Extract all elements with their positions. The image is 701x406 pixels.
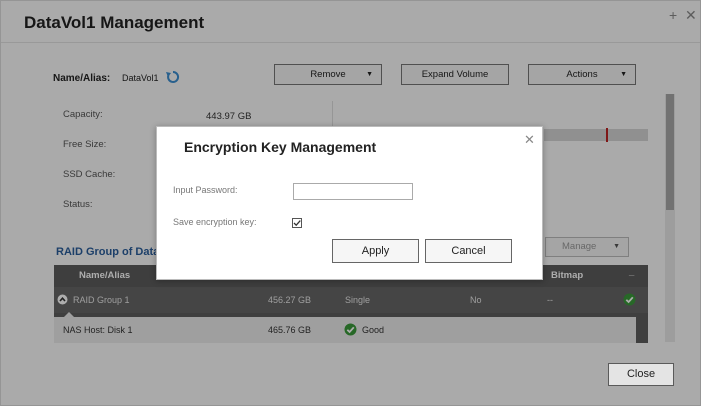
dialog-title: Encryption Key Management — [184, 139, 377, 155]
save-key-label: Save encryption key: — [173, 217, 257, 227]
dialog-close-icon[interactable]: ✕ — [524, 132, 535, 148]
encryption-key-dialog: Encryption Key Management ✕ Input Passwo… — [156, 126, 543, 280]
close-button[interactable]: Close — [608, 363, 674, 386]
save-key-checkbox[interactable] — [292, 218, 302, 228]
apply-button[interactable]: Apply — [332, 239, 419, 263]
input-password-label: Input Password: — [173, 185, 238, 195]
cancel-button[interactable]: Cancel — [425, 239, 512, 263]
checkmark-icon — [293, 220, 301, 227]
password-input[interactable] — [293, 183, 413, 200]
